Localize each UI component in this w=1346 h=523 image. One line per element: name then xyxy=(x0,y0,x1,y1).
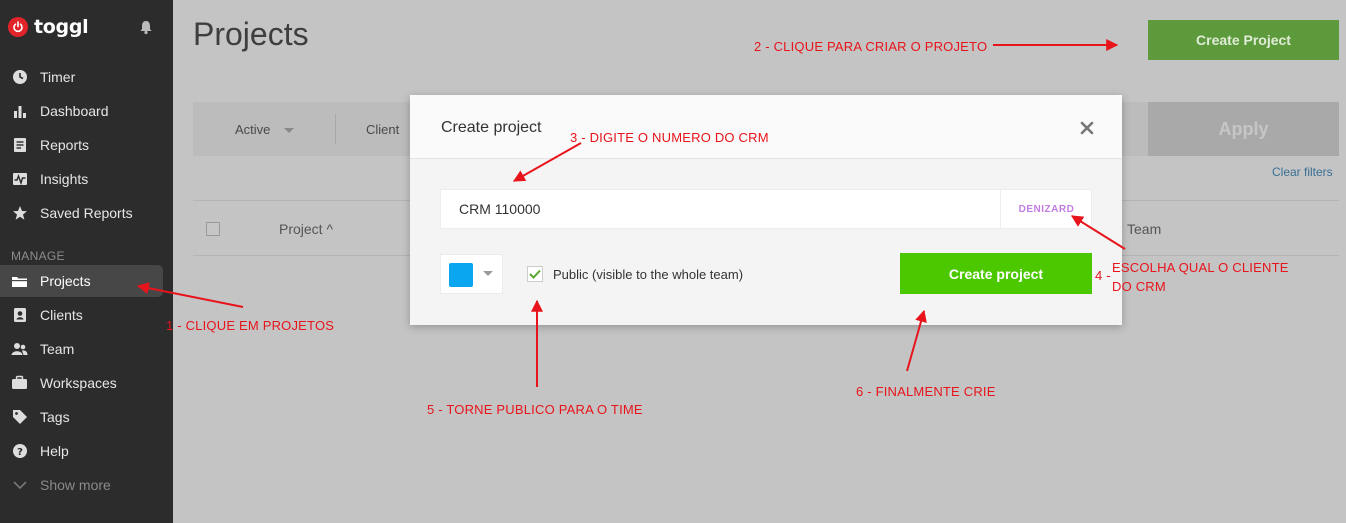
sidebar-item-label: Insights xyxy=(40,171,89,187)
annotation-step-4-line1: ESCOLHA QUAL O CLIENTE xyxy=(1112,260,1289,275)
bar-chart-icon xyxy=(11,103,28,120)
brand-name: toggl xyxy=(34,16,89,38)
toggl-power-icon xyxy=(8,17,28,37)
color-picker[interactable] xyxy=(440,254,503,294)
sidebar-item-label: Reports xyxy=(40,137,90,153)
sidebar-item-saved-reports[interactable]: Saved Reports xyxy=(0,197,163,229)
project-name-input[interactable] xyxy=(441,190,1000,228)
create-project-submit-button[interactable]: Create project xyxy=(900,253,1092,294)
bell-icon[interactable] xyxy=(138,19,154,40)
sidebar: toggl Timer Dashboard Reports Insights S… xyxy=(0,0,173,523)
sidebar-item-label: Clients xyxy=(40,307,83,323)
status-filter[interactable]: Active xyxy=(235,122,295,137)
color-swatch xyxy=(449,263,473,287)
sidebar-item-projects[interactable]: Projects xyxy=(0,265,163,297)
sidebar-item-help[interactable]: ? Help xyxy=(0,435,163,467)
contact-icon xyxy=(11,307,28,324)
brand[interactable]: toggl xyxy=(8,16,89,38)
sidebar-item-timer[interactable]: Timer xyxy=(0,61,163,93)
modal-title: Create project xyxy=(441,119,542,136)
sidebar-item-label: Tags xyxy=(40,409,70,425)
sidebar-item-dashboard[interactable]: Dashboard xyxy=(0,95,163,127)
annotation-step-5: 5 - TORNE PUBLICO PARA O TIME xyxy=(427,402,643,417)
sidebar-item-label: Timer xyxy=(40,69,76,85)
tag-icon xyxy=(11,409,28,426)
help-icon: ? xyxy=(11,443,28,460)
pulse-icon xyxy=(11,171,28,188)
column-team[interactable]: Team xyxy=(1127,221,1161,237)
caret-down-icon xyxy=(483,271,493,276)
sidebar-item-tags[interactable]: Tags xyxy=(0,401,163,433)
briefcase-icon xyxy=(11,375,28,392)
annotation-step-1: 1 - CLIQUE EM PROJETOS xyxy=(166,318,335,333)
caret-down-icon xyxy=(284,128,295,133)
column-project[interactable]: Project ^ xyxy=(279,221,333,237)
manage-section-label: MANAGE xyxy=(11,249,65,263)
client-filter[interactable]: Client xyxy=(366,122,399,137)
sidebar-item-show-more[interactable]: Show more xyxy=(0,469,163,501)
sidebar-item-clients[interactable]: Clients xyxy=(0,299,163,331)
sidebar-item-label: Dashboard xyxy=(40,103,109,119)
public-label: Public (visible to the whole team) xyxy=(553,267,744,282)
annotation-step-2: 2 - CLIQUE PARA CRIAR O PROJETO xyxy=(754,39,988,54)
annotation-step-4-line2: DO CRM xyxy=(1112,279,1166,294)
sidebar-item-reports[interactable]: Reports xyxy=(0,129,163,161)
select-all-checkbox[interactable] xyxy=(206,222,220,236)
client-selector[interactable]: DENIZARD xyxy=(1000,190,1092,228)
page-title: Projects xyxy=(193,16,309,52)
status-filter-label: Active xyxy=(235,122,271,137)
checkmark-icon xyxy=(529,269,541,279)
filter-divider xyxy=(335,114,336,144)
annotation-step-4-number: 4 - xyxy=(1095,268,1111,283)
sidebar-item-label: Workspaces xyxy=(40,375,117,391)
sidebar-item-team[interactable]: Team xyxy=(0,333,163,365)
project-name-field: DENIZARD xyxy=(440,189,1092,229)
public-checkbox[interactable] xyxy=(527,266,543,282)
sidebar-item-workspaces[interactable]: Workspaces xyxy=(0,367,163,399)
apply-button[interactable]: Apply xyxy=(1148,102,1339,156)
clear-filters-link[interactable]: Clear filters xyxy=(1272,165,1333,179)
annotation-step-6: 6 - FINALMENTE CRIE xyxy=(856,384,996,399)
sidebar-item-label: Show more xyxy=(40,477,111,493)
annotation-step-3: 3 - DIGITE O NUMERO DO CRM xyxy=(570,130,769,145)
star-icon xyxy=(11,205,28,222)
modal-header: Create project xyxy=(410,95,1122,159)
close-icon[interactable] xyxy=(1080,121,1094,140)
sidebar-item-label: Saved Reports xyxy=(40,205,133,221)
sidebar-item-insights[interactable]: Insights xyxy=(0,163,163,195)
sidebar-item-label: Team xyxy=(40,341,75,357)
folder-icon xyxy=(11,273,28,290)
create-project-button[interactable]: Create Project xyxy=(1148,20,1339,60)
svg-text:?: ? xyxy=(17,447,23,458)
document-icon xyxy=(11,137,28,154)
chevron-down-icon xyxy=(11,477,28,494)
clock-icon xyxy=(11,69,28,86)
sidebar-item-label: Help xyxy=(40,443,69,459)
sidebar-item-label: Projects xyxy=(40,273,91,289)
team-icon xyxy=(11,341,28,358)
